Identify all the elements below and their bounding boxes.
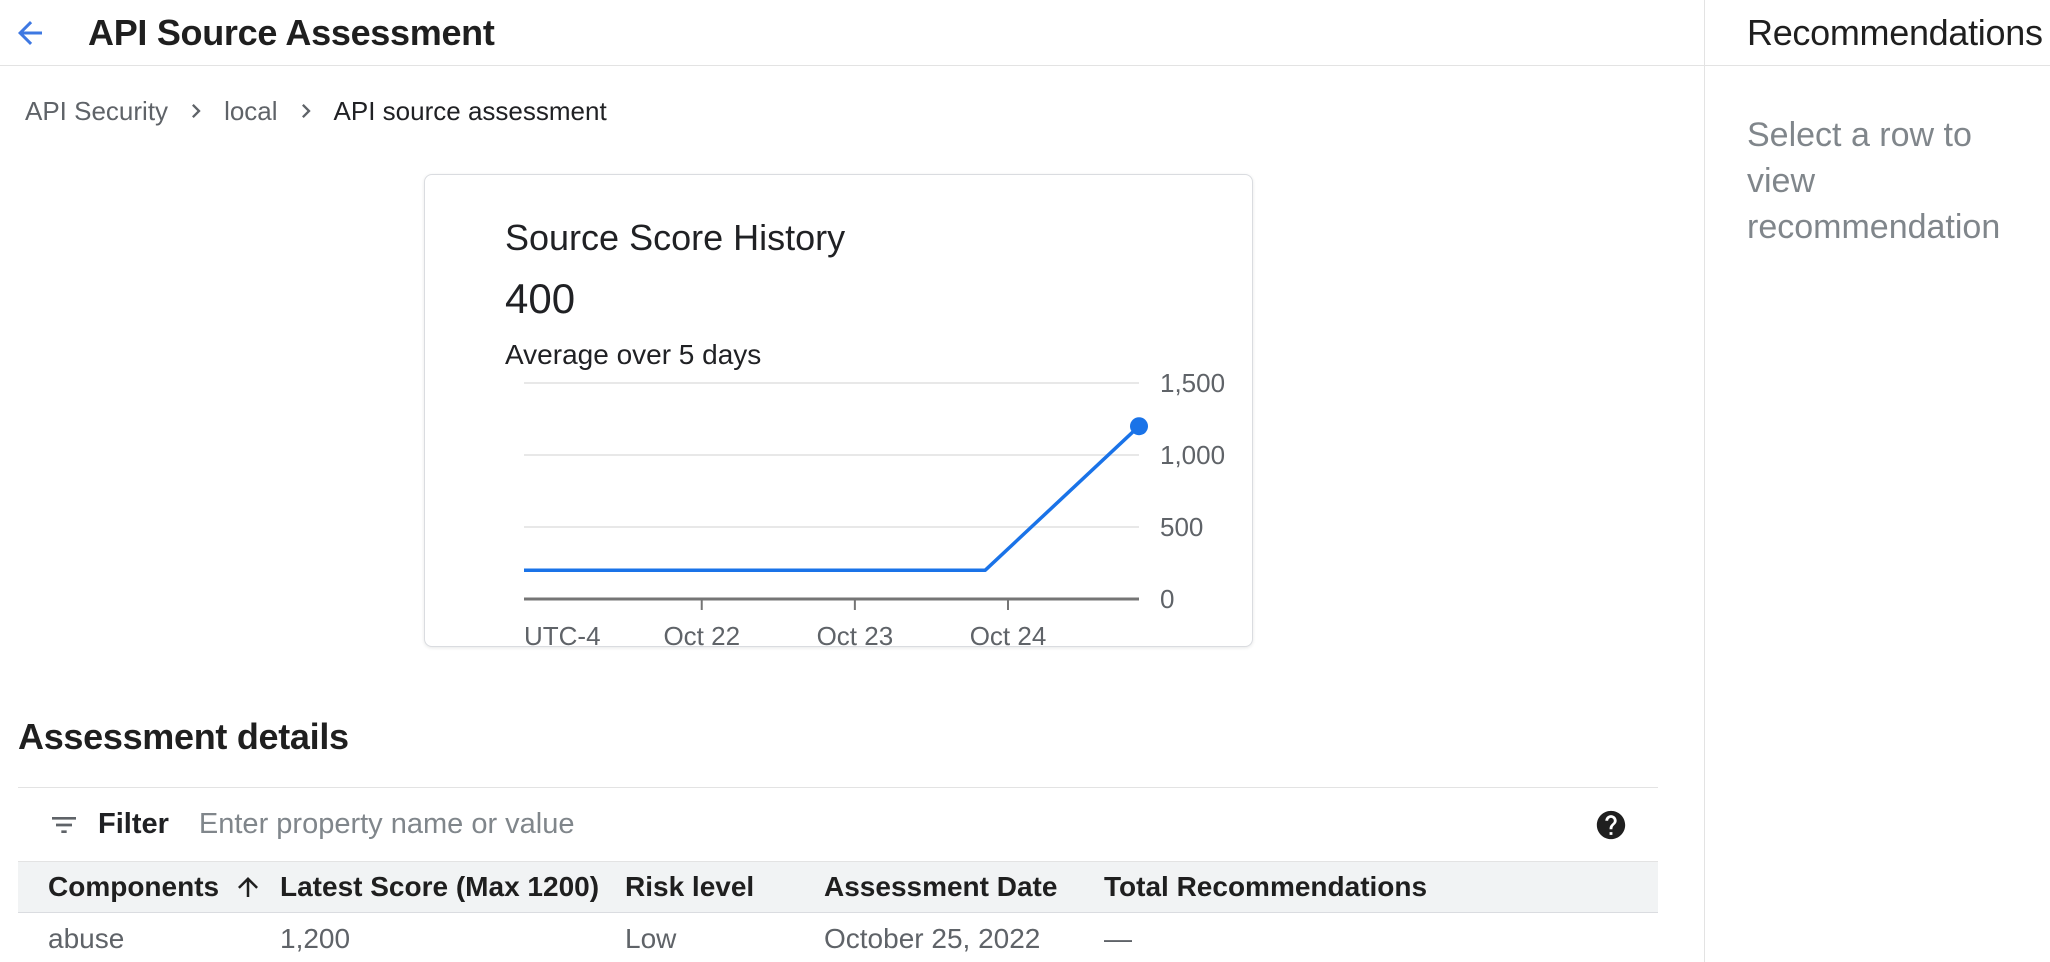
help-icon — [1594, 808, 1628, 842]
table-header-row: Components Latest Score (Max 1200) Risk … — [18, 861, 1658, 913]
chevron-right-icon — [182, 97, 210, 125]
sort-ascending-icon — [233, 872, 263, 902]
score-history-chart: 0 500 1,000 1,500 Oct 22 Oct 23 Oct 24 UTC-4 — [524, 367, 1284, 657]
column-header-total-recommendations[interactable]: Total Recommendations — [1104, 871, 1658, 903]
recommendations-empty-message: Select a row to view recommendation — [1747, 112, 2030, 250]
x-tick-label: Oct 23 — [817, 621, 894, 651]
filter-list-icon — [48, 809, 80, 841]
column-header-assessment-date[interactable]: Assessment Date — [824, 871, 1104, 903]
cell-total-recommendations: — — [1104, 923, 1658, 955]
column-header-latest-score[interactable]: Latest Score (Max 1200) — [280, 871, 625, 903]
filter-bar: Filter — [18, 787, 1658, 861]
y-tick-label: 0 — [1160, 584, 1174, 614]
card-average-value: 400 — [505, 275, 575, 323]
arrow-back-icon — [12, 15, 48, 51]
breadcrumb-item-local[interactable]: local — [224, 96, 277, 127]
y-tick-label: 1,000 — [1160, 440, 1225, 470]
source-score-history-card: Source Score History 400 Average over 5 … — [424, 174, 1253, 647]
cell-latest-score: 1,200 — [280, 923, 625, 955]
help-button[interactable] — [1592, 806, 1630, 844]
assessment-details-table: Components Latest Score (Max 1200) Risk … — [18, 861, 1658, 962]
chart-end-point[interactable] — [1130, 417, 1148, 435]
breadcrumb: API Security local API source assessment — [25, 94, 607, 128]
filter-input[interactable] — [199, 808, 1592, 841]
page-title: API Source Assessment — [88, 12, 495, 54]
y-tick-label: 500 — [1160, 512, 1203, 542]
table-row[interactable]: abuse 1,200 Low October 25, 2022 — — [18, 913, 1658, 962]
filter-button[interactable] — [46, 807, 82, 843]
api-source-assessment-page: API Source Assessment Recommendations Se… — [0, 0, 2050, 962]
card-title: Source Score History — [505, 217, 845, 259]
column-header-risk-level[interactable]: Risk level — [625, 871, 824, 903]
chevron-right-icon — [292, 97, 320, 125]
assessment-details-heading: Assessment details — [18, 716, 349, 758]
recommendations-panel: Recommendations Select a row to view rec… — [1704, 0, 2050, 962]
back-button[interactable] — [8, 11, 52, 55]
cell-assessment-date: October 25, 2022 — [824, 923, 1104, 955]
breadcrumb-item-api-security[interactable]: API Security — [25, 96, 168, 127]
score-line-series — [524, 426, 1139, 570]
recommendations-panel-title: Recommendations — [1705, 0, 2050, 66]
timezone-label: UTC-4 — [524, 621, 601, 651]
y-tick-label: 1,500 — [1160, 368, 1225, 398]
breadcrumb-item-current: API source assessment — [334, 96, 607, 127]
column-header-components[interactable]: Components — [48, 871, 280, 903]
cell-risk-level: Low — [625, 923, 824, 955]
filter-label: Filter — [98, 808, 169, 841]
cell-components: abuse — [48, 923, 280, 955]
x-tick-label: Oct 24 — [970, 621, 1047, 651]
top-header: API Source Assessment — [0, 0, 1704, 66]
x-tick-label: Oct 22 — [663, 621, 740, 651]
